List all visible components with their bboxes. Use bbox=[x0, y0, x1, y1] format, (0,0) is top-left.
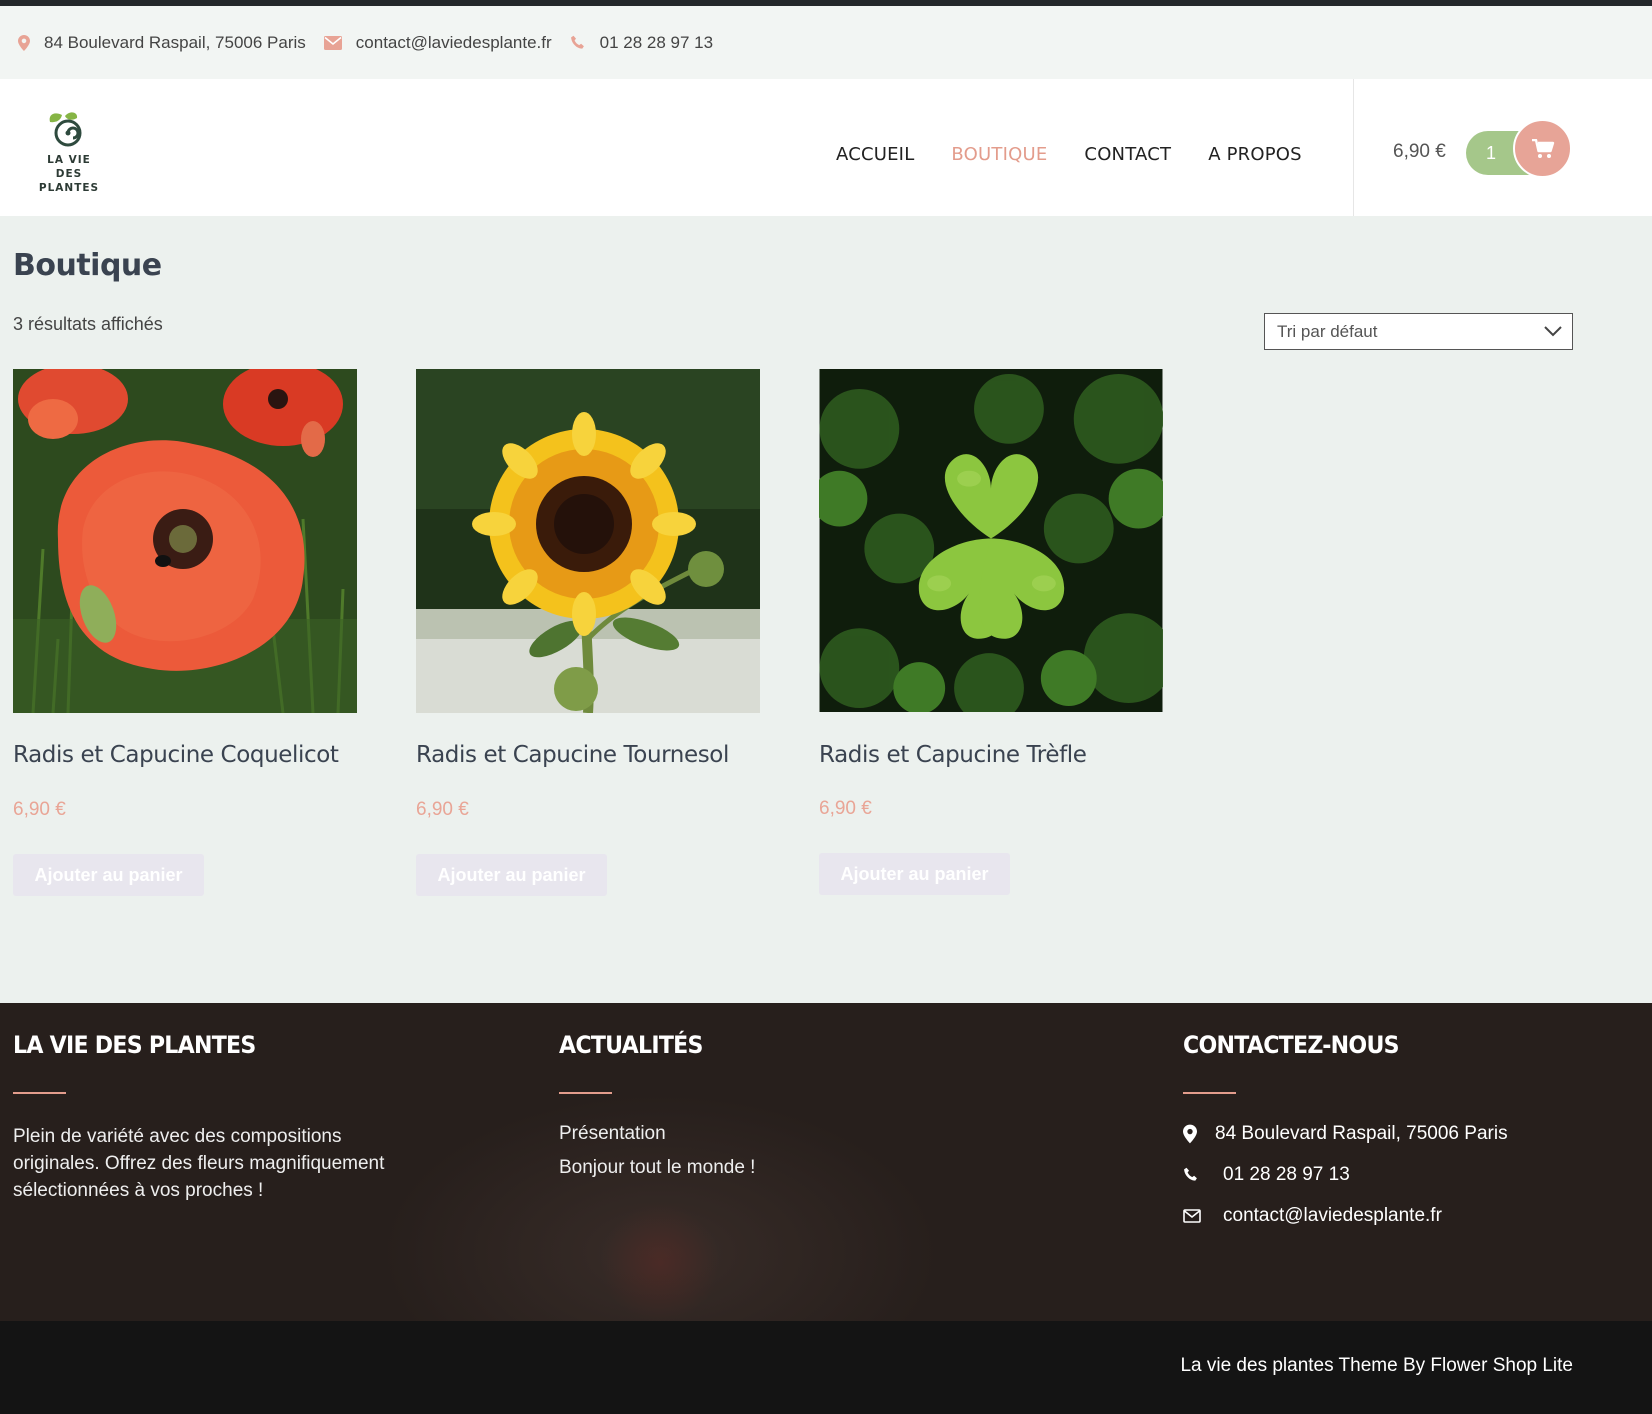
nav-a-propos[interactable]: A PROPOS bbox=[1208, 144, 1302, 165]
product-image-poppy[interactable] bbox=[13, 362, 357, 714]
site-header: LA VIE DES PLANTES ACCUEIL BOUTIQUE CONT… bbox=[0, 79, 1652, 216]
add-to-cart-button[interactable]: Ajouter au panier bbox=[416, 854, 607, 896]
main-nav: ACCUEIL BOUTIQUE CONTACT A PROPOS bbox=[836, 144, 1339, 165]
cart-total[interactable]: 6,90 € bbox=[1393, 141, 1446, 163]
topbar-address-text: 84 Boulevard Raspail, 75006 Paris bbox=[44, 32, 306, 52]
product-name[interactable]: Radis et Capucine Trèfle bbox=[819, 742, 1087, 768]
logo-text[interactable]: LA VIE DES PLANTES bbox=[28, 153, 110, 195]
footer-contact-title: CONTACTEZ-NOUS bbox=[1183, 1031, 1400, 1059]
product-card: Radis et Capucine Trèfle 6,90 € Ajouter … bbox=[811, 369, 1174, 895]
footer-news-title: ACTUALITÉS bbox=[559, 1031, 703, 1059]
site-footer: LA VIE DES PLANTES Plein de variété avec… bbox=[0, 1003, 1652, 1321]
product-name[interactable]: Radis et Capucine Tournesol bbox=[416, 742, 729, 768]
topbar-phone-text[interactable]: 01 28 28 97 13 bbox=[600, 33, 713, 53]
footer-contact-email[interactable]: contact@laviedesplante.fr bbox=[1183, 1205, 1508, 1227]
envelope-icon bbox=[323, 35, 342, 50]
cart-button[interactable] bbox=[1513, 119, 1572, 178]
cart-icon bbox=[1531, 138, 1554, 158]
product-price: 6,90 € bbox=[416, 799, 469, 820]
footer-credit[interactable]: La vie des plantes Theme By Flower Shop … bbox=[1180, 1355, 1573, 1377]
product-card: Radis et Capucine Tournesol 6,90 € Ajout… bbox=[416, 369, 760, 896]
footer-news-link[interactable]: Présentation bbox=[559, 1123, 755, 1145]
topbar-address: 84 Boulevard Raspail, 75006 Paris bbox=[18, 33, 306, 53]
result-count: 3 résultats affichés bbox=[13, 314, 163, 334]
product-name[interactable]: Radis et Capucine Coquelicot bbox=[13, 742, 339, 768]
product-image-clover[interactable] bbox=[811, 369, 1174, 723]
footer-divider bbox=[559, 1092, 612, 1094]
phone-icon bbox=[570, 35, 584, 49]
nav-contact[interactable]: CONTACT bbox=[1084, 144, 1171, 165]
map-pin-icon bbox=[1183, 1124, 1197, 1144]
footer-news: ACTUALITÉS Présentation Bonjour tout le … bbox=[559, 1031, 755, 1191]
bottom-bar: La vie des plantes Theme By Flower Shop … bbox=[0, 1321, 1652, 1414]
topbar-email[interactable]: contact@laviedesplante.fr bbox=[323, 33, 552, 53]
footer-about-text: Plein de variété avec des compositions o… bbox=[13, 1126, 385, 1201]
nav-accueil[interactable]: ACCUEIL bbox=[836, 144, 914, 165]
product-price: 6,90 € bbox=[13, 799, 66, 820]
header-divider bbox=[1353, 79, 1354, 216]
footer-phone-text[interactable]: 01 28 28 97 13 bbox=[1223, 1164, 1350, 1186]
sort-select[interactable]: Tri par défaut bbox=[1264, 313, 1573, 350]
footer-news-link[interactable]: Bonjour tout le monde ! bbox=[559, 1157, 755, 1179]
logo-wordmark: LA VIE DES PLANTES bbox=[38, 154, 100, 194]
nav-boutique[interactable]: BOUTIQUE bbox=[951, 144, 1047, 165]
footer-address-text: 84 Boulevard Raspail, 75006 Paris bbox=[1215, 1123, 1508, 1144]
sort-select-value: Tri par défaut bbox=[1277, 322, 1378, 341]
footer-about-title: LA VIE DES PLANTES bbox=[13, 1031, 256, 1059]
chevron-down-icon bbox=[1544, 326, 1562, 337]
add-to-cart-button[interactable]: Ajouter au panier bbox=[819, 853, 1010, 895]
topbar-email-text[interactable]: contact@laviedesplante.fr bbox=[356, 33, 552, 53]
phone-icon bbox=[1184, 1167, 1197, 1181]
footer-divider bbox=[1183, 1092, 1236, 1094]
footer-contact-address: 84 Boulevard Raspail, 75006 Paris bbox=[1183, 1123, 1508, 1145]
footer-about: LA VIE DES PLANTES Plein de variété avec… bbox=[13, 1031, 393, 1204]
topbar: 84 Boulevard Raspail, 75006 Paris contac… bbox=[0, 6, 1652, 79]
footer-contact: CONTACTEZ-NOUS 84 Boulevard Raspail, 750… bbox=[1183, 1031, 1508, 1246]
product-price: 6,90 € bbox=[819, 798, 872, 819]
footer-email-text[interactable]: contact@laviedesplante.fr bbox=[1223, 1205, 1442, 1227]
footer-divider bbox=[13, 1092, 66, 1094]
topbar-phone[interactable]: 01 28 28 97 13 bbox=[570, 33, 713, 53]
page-title: Boutique bbox=[13, 248, 162, 283]
product-card: Radis et Capucine Coquelicot 6,90 € Ajou… bbox=[13, 362, 357, 896]
map-pin-icon bbox=[18, 34, 30, 51]
product-image-sunflower[interactable] bbox=[416, 369, 760, 714]
footer-background-accent bbox=[600, 1203, 720, 1321]
footer-contact-phone[interactable]: 01 28 28 97 13 bbox=[1183, 1164, 1508, 1186]
envelope-icon bbox=[1183, 1209, 1201, 1223]
add-to-cart-button[interactable]: Ajouter au panier bbox=[13, 854, 204, 896]
